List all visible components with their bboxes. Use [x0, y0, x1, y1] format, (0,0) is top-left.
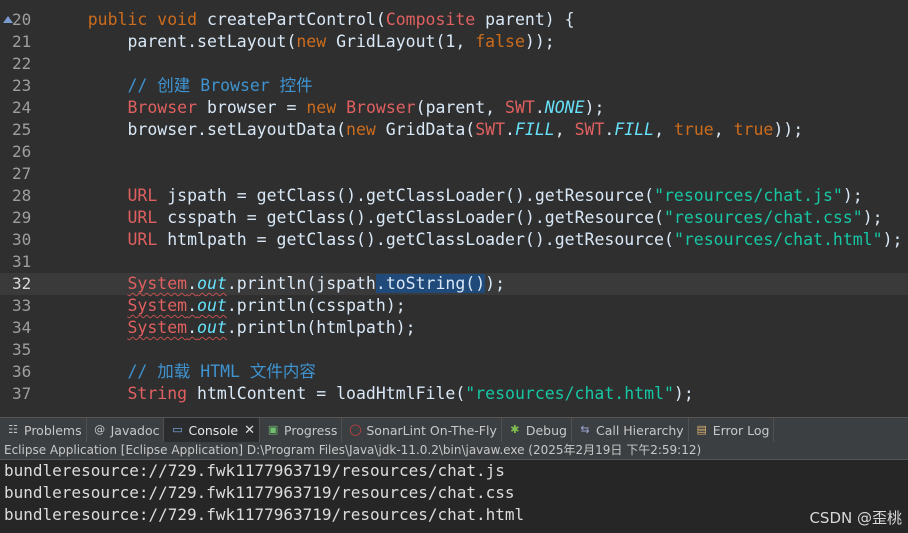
code-line[interactable]: 20 public void createPartControl(Composi… [0, 9, 908, 31]
error-log-icon: ▤ [696, 423, 707, 436]
code-editor[interactable]: 20 public void createPartControl(Composi… [0, 0, 908, 416]
console-output[interactable]: bundleresource://729.fwk1177963719/resou… [0, 460, 908, 533]
line-number: 27 [12, 164, 32, 183]
line-number: 30 [12, 230, 32, 249]
tab-javadoc[interactable]: @ Javadoc [87, 418, 165, 442]
tab-sonarlint[interactable]: ◯ SonarLint On-The-Fly [342, 418, 502, 442]
line-number: 22 [12, 54, 32, 73]
close-icon[interactable]: ✕ [244, 423, 255, 438]
line-number: 31 [12, 252, 32, 271]
tab-progress[interactable]: ▣ Progress [260, 418, 343, 442]
line-number: 20 [12, 10, 32, 29]
code-line[interactable]: 22 [0, 53, 908, 75]
line-number: 36 [12, 362, 32, 381]
line-number: 26 [12, 142, 32, 161]
call-hierarchy-icon: ⇆ [580, 423, 590, 436]
watermark: CSDN @歪桃 [809, 509, 902, 527]
tab-console[interactable]: ▭ Console ✕ [164, 418, 261, 442]
code-text: // 创建 Browser 控件 [48, 76, 313, 95]
code-text: browser.setLayoutData(new GridData(SWT.F… [127, 120, 804, 139]
console-line: bundleresource://729.fwk1177963719/resou… [4, 461, 505, 480]
code-line[interactable]: 33 System.out.println(csspath); [0, 295, 908, 317]
code-line[interactable]: 24 Browser browser = new Browser(parent,… [0, 97, 908, 119]
console-launch-info: Eclipse Application [Eclipse Application… [0, 442, 908, 460]
code-text: URL htmlpath = getClass().getClassLoader… [127, 230, 903, 249]
code-line[interactable]: 25 browser.setLayoutData(new GridData(SW… [0, 119, 908, 141]
code-line[interactable]: 21 parent.setLayout(new GridLayout(1, fa… [0, 31, 908, 53]
console-icon: ▭ [172, 423, 183, 436]
console-line: bundleresource://729.fwk1177963719/resou… [4, 505, 525, 524]
code-text: System.out.println(jspath.toString()); [127, 274, 506, 293]
line-number: 28 [12, 186, 32, 205]
debug-icon: ✱ [510, 423, 520, 436]
code-line[interactable]: 31 [0, 251, 908, 273]
code-line[interactable]: 26 [0, 141, 908, 163]
line-number: 21 [12, 32, 32, 51]
tab-error-log[interactable]: ▤ Error Log [689, 418, 775, 442]
line-number: 25 [12, 120, 32, 139]
code-line[interactable]: 27 [0, 163, 908, 185]
line-number: 35 [12, 340, 32, 359]
line-number: 32 [12, 274, 32, 293]
code-text: // 加载 HTML 文件内容 [48, 362, 316, 381]
line-number: 37 [12, 384, 32, 403]
line-number: 34 [12, 318, 32, 337]
code-line[interactable]: 28 URL jspath = getClass().getClassLoade… [0, 185, 908, 207]
tab-problems[interactable]: ☷ Problems [0, 418, 87, 442]
console-line: bundleresource://729.fwk1177963719/resou… [4, 483, 515, 502]
tab-call-hierarchy[interactable]: ⇆ Call Hierarchy [572, 418, 689, 442]
code-text: String htmlContent = loadHtmlFile("resou… [127, 384, 694, 403]
code-line[interactable]: 29 URL csspath = getClass().getClassLoad… [0, 207, 908, 229]
tab-debug[interactable]: ✱ Debug [502, 418, 572, 442]
javadoc-icon: @ [94, 423, 106, 436]
code-line[interactable]: 32 System.out.println(jspath.toString())… [0, 273, 908, 295]
code-line[interactable]: 34 System.out.println(htmlpath); [0, 317, 908, 339]
code-text: public void createPartControl(Composite … [87, 10, 575, 29]
code-line[interactable]: 37 String htmlContent = loadHtmlFile("re… [0, 383, 908, 405]
progress-icon: ▣ [267, 423, 279, 436]
code-text: System.out.println(htmlpath); [127, 318, 416, 337]
code-text: parent.setLayout(new GridLayout(1, false… [127, 32, 555, 51]
code-line[interactable]: 23 // 创建 Browser 控件 [0, 75, 908, 97]
line-number: 23 [12, 76, 32, 95]
problems-icon: ☷ [8, 423, 18, 436]
code-line[interactable]: 30 URL htmlpath = getClass().getClassLoa… [0, 229, 908, 251]
line-number: 33 [12, 296, 32, 315]
code-text: System.out.println(csspath); [127, 296, 406, 315]
bottom-panel-tabs: ☷ Problems @ Javadoc ▭ Console ✕ ▣ Progr… [0, 417, 908, 443]
code-line[interactable]: 35 [0, 339, 908, 361]
code-line[interactable]: 36 // 加载 HTML 文件内容 [0, 361, 908, 383]
code-text: URL jspath = getClass().getClassLoader()… [127, 186, 863, 205]
line-number: 24 [12, 98, 32, 117]
code-text: URL csspath = getClass().getClassLoader(… [127, 208, 883, 227]
override-marker-icon[interactable] [3, 16, 13, 23]
sonarlint-icon: ◯ [349, 423, 362, 436]
line-number: 29 [12, 208, 32, 227]
code-text: Browser browser = new Browser(parent, SW… [127, 98, 605, 117]
